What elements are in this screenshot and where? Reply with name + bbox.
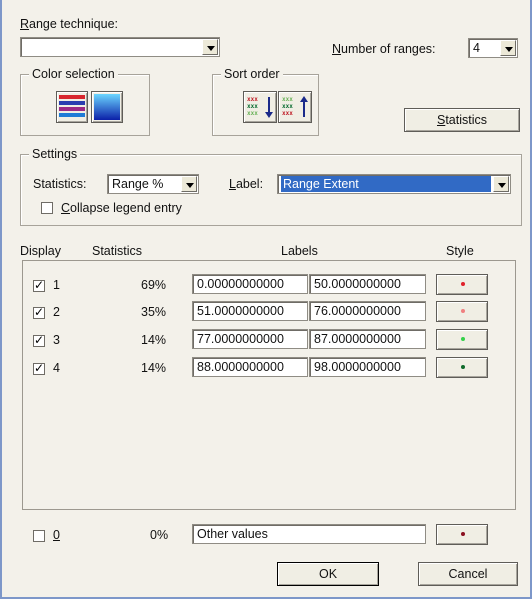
sort-ascending-icon: xxx xxx xxx <box>282 96 308 117</box>
sort-ascending-button[interactable]: xxx xxx xxx <box>278 91 312 123</box>
chevron-down-icon[interactable] <box>500 40 516 56</box>
range-technique-label: Range technique: <box>20 17 118 31</box>
range-style-button[interactable] <box>436 357 488 378</box>
color-gradient-button[interactable] <box>91 91 123 123</box>
color-dot-icon <box>461 309 465 313</box>
range-from-field[interactable]: 88.0000000000 <box>192 357 308 377</box>
settings-label-label: Label: <box>229 177 264 191</box>
statistics-button[interactable]: Statistics <box>404 108 520 132</box>
labels-column-header: Labels <box>281 244 318 258</box>
color-ramp-button[interactable] <box>56 91 88 123</box>
settings-label-value: Range Extent <box>281 176 491 192</box>
statistics-button-label: Statistics <box>436 113 488 127</box>
range-row-statistic: 14% <box>141 361 167 375</box>
range-row-index: 3 <box>53 333 60 347</box>
range-row-checkbox[interactable] <box>33 305 45 319</box>
range-row-index: 4 <box>53 361 60 375</box>
range-row-index: 2 <box>53 305 60 319</box>
range-to-field[interactable]: 76.0000000000 <box>309 301 426 321</box>
color-dot-icon <box>461 337 465 341</box>
range-row-index: 1 <box>53 278 60 292</box>
number-of-ranges-value: 4 <box>473 41 480 55</box>
color-dot-icon <box>461 365 465 369</box>
range-to-field[interactable]: 98.0000000000 <box>309 357 426 377</box>
chevron-down-icon[interactable] <box>493 176 509 192</box>
ranges-panel: 1 69% 0.0000000000050.0000000000 2 35% 51.000… <box>22 260 516 510</box>
range-style-button[interactable] <box>436 329 488 350</box>
range-row-statistic: 14% <box>141 333 167 347</box>
display-column-header: Display <box>20 244 61 258</box>
svg-text:xxx: xxx <box>282 103 293 110</box>
other-values-label-field[interactable]: Other values <box>192 524 426 544</box>
ok-button[interactable]: OK <box>277 562 379 586</box>
range-style-button[interactable] <box>436 301 488 322</box>
color-selection-title: Color selection <box>29 67 118 81</box>
range-from-field[interactable]: 77.0000000000 <box>192 329 308 349</box>
style-column-header: Style <box>446 244 474 258</box>
color-gradient-icon <box>94 94 120 120</box>
color-dot-icon <box>461 532 465 536</box>
range-row-checkbox[interactable] <box>33 333 45 347</box>
color-ramp-icon <box>59 95 85 117</box>
sort-descending-button[interactable]: xxx xxx xxx <box>243 91 277 123</box>
color-dot-icon <box>461 282 465 286</box>
settings-statistics-dropdown[interactable]: Range % <box>107 174 199 194</box>
settings-title: Settings <box>29 147 81 161</box>
cancel-button[interactable]: Cancel <box>418 562 518 586</box>
range-row-checkbox[interactable] <box>33 278 45 292</box>
range-technique-dropdown[interactable] <box>20 37 220 57</box>
other-values-checkbox[interactable] <box>33 530 45 542</box>
collapse-legend-label: Collapse legend entry <box>61 201 182 215</box>
statistics-column-header: Statistics <box>92 244 143 258</box>
number-of-ranges-label: Number of ranges: <box>332 42 436 56</box>
range-row-statistic: 35% <box>141 305 167 319</box>
number-of-ranges-dropdown[interactable]: 4 <box>468 38 518 58</box>
range-from-field[interactable]: 0.00000000000 <box>192 274 308 294</box>
sort-order-group: Sort order xxx xxx xxx xxx xxx xxx <box>212 67 319 136</box>
range-to-field[interactable]: 87.0000000000 <box>309 329 426 349</box>
svg-text:xxx: xxx <box>247 103 258 110</box>
settings-statistics-value: Range % <box>112 177 164 191</box>
other-values-style-button[interactable] <box>436 524 488 545</box>
svg-text:xxx: xxx <box>247 110 258 117</box>
svg-text:xxx: xxx <box>247 96 258 103</box>
sort-order-title: Sort order <box>221 67 283 81</box>
svg-text:xxx: xxx <box>282 96 293 103</box>
other-values-statistic: 0% <box>150 528 169 542</box>
settings-label-dropdown[interactable]: Range Extent <box>277 174 511 194</box>
other-values-index: 0 <box>53 528 60 542</box>
sort-descending-icon: xxx xxx xxx <box>247 96 273 118</box>
chevron-down-icon[interactable] <box>202 39 218 55</box>
cancel-button-label: Cancel <box>448 567 488 581</box>
color-selection-group: Color selection <box>20 67 150 136</box>
settings-group: Settings Statistics: Range % Label: Rang… <box>20 147 522 226</box>
range-from-field[interactable]: 51.0000000000 <box>192 301 308 321</box>
collapse-legend-checkbox[interactable] <box>41 202 53 214</box>
range-to-field[interactable]: 50.0000000000 <box>309 274 426 294</box>
chevron-down-icon[interactable] <box>181 176 197 192</box>
ok-button-label: OK <box>318 567 338 581</box>
range-row-checkbox[interactable] <box>33 361 45 375</box>
settings-statistics-label: Statistics: <box>33 177 87 191</box>
svg-text:xxx: xxx <box>282 110 293 117</box>
range-style-button[interactable] <box>436 274 488 295</box>
range-row-statistic: 69% <box>141 278 167 292</box>
